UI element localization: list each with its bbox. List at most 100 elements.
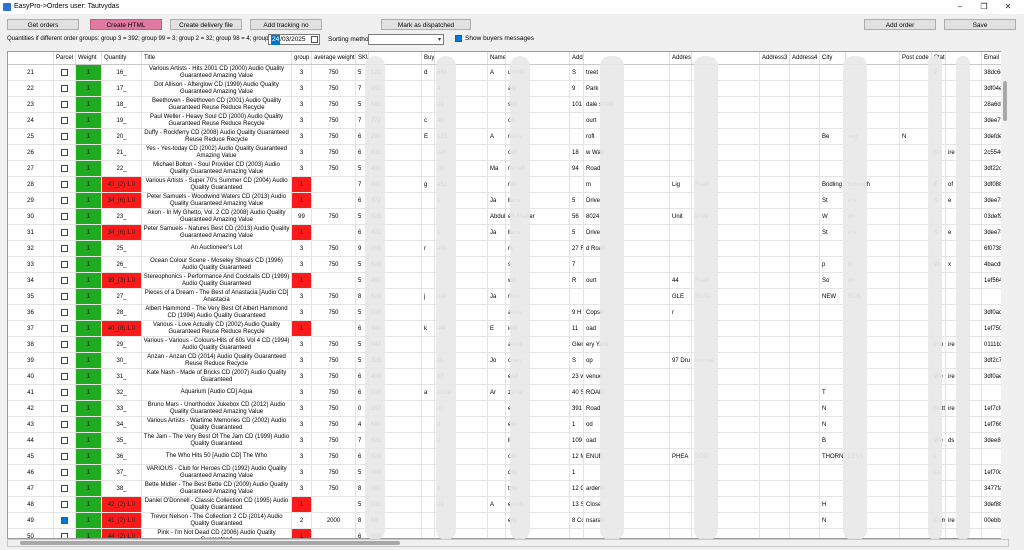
name-cell[interactable]: A [488,129,506,144]
buyer-cell[interactable] [422,497,435,512]
name-cell[interactable] [488,529,506,538]
weight-cell[interactable]: 1 [76,305,102,320]
buyer-cell[interactable] [422,161,435,176]
title-cell[interactable]: Trevor Nelson - The Collection 2 CD (201… [142,513,292,528]
title-cell[interactable]: Kate Nash - Made of Bricks CD (2007) Aud… [142,369,292,384]
addr1-cell[interactable]: 12 Gre [570,481,584,496]
quantity-cell[interactable]: 27_ [102,289,142,304]
addr2-cell[interactable] [670,401,692,416]
parcel-cell[interactable] [54,401,76,416]
name-cell[interactable]: Ar [488,385,506,400]
title-cell[interactable]: Bruno Mars - Unorthodox Jukebox CD (2012… [142,401,292,416]
addr2-cell[interactable]: PHEA [670,449,692,464]
addr2-cell[interactable]: Unit [670,209,692,224]
addr2-cell[interactable] [670,385,692,400]
addr3-cell[interactable] [790,465,820,480]
quantity-cell[interactable]: 34_ [102,417,142,432]
group-cell[interactable]: 3 [292,481,312,496]
addr1-cell[interactable]: 8 Coed [570,513,584,528]
average-weight-cell[interactable] [312,273,356,288]
buyer-cell[interactable]: k [422,321,435,336]
average-weight-cell[interactable] [312,177,356,192]
buyer-cell[interactable] [422,481,435,496]
horizontal-scrollbar[interactable] [7,539,1009,547]
group-cell[interactable]: 3 [292,417,312,432]
addr1b-cell[interactable] [584,465,670,480]
name-cell[interactable] [488,401,506,416]
addr3-cell[interactable] [790,81,820,96]
parcel-checkbox[interactable] [61,213,68,220]
addr1-cell[interactable]: S [570,353,584,368]
parcel-checkbox[interactable] [61,421,68,428]
name-cell[interactable] [488,369,506,384]
weight-cell[interactable]: 1 [76,289,102,304]
addr3-cell[interactable] [760,529,790,538]
buyer-cell[interactable] [422,529,435,538]
average-weight-cell[interactable] [312,321,356,336]
addr3-cell[interactable] [760,449,790,464]
addr3-cell[interactable] [790,433,820,448]
weight-cell[interactable]: 1 [76,161,102,176]
title-cell[interactable]: Akon - In My Ghetto, Vol. 2 CD (2008) Au… [142,209,292,224]
parcel-cell[interactable] [54,449,76,464]
title-cell[interactable]: Various Artists - Super 70's Summer CD (… [142,177,292,192]
group-cell[interactable]: 1 [292,321,312,336]
addr1b-cell[interactable]: d Road [584,241,670,256]
group-cell[interactable]: 3 [292,449,312,464]
parcel-cell[interactable] [54,209,76,224]
group-cell[interactable]: 1 [292,497,312,512]
addr3-cell[interactable] [790,321,820,336]
average-weight-cell[interactable]: 750 [312,161,356,176]
quantity-cell[interactable]: 20_ [102,129,142,144]
parcel-checkbox[interactable] [61,165,68,172]
group-cell[interactable]: 1 [292,177,312,192]
parcel-checkbox[interactable] [61,501,68,508]
average-weight-cell[interactable]: 750 [312,433,356,448]
parcel-cell[interactable] [54,113,76,128]
addr1-cell[interactable]: R [570,273,584,288]
parcel-checkbox[interactable] [61,181,68,188]
weight-cell[interactable]: 1 [76,353,102,368]
addr2-cell[interactable] [670,433,692,448]
addr3-cell[interactable] [790,225,820,240]
column-header[interactable]: Title [142,52,292,64]
parcel-cell[interactable] [54,337,76,352]
parcel-cell[interactable] [54,97,76,112]
addr1b-cell[interactable]: Drive [584,225,670,240]
average-weight-cell[interactable] [312,193,356,208]
addr1b-cell[interactable]: ery Yard, [584,337,670,352]
group-cell[interactable]: 3 [292,369,312,384]
quantity-cell[interactable]: 22_ [102,161,142,176]
quantity-cell[interactable]: 37_ [102,465,142,480]
title-cell[interactable]: VARIOUS - Club for Heroes CD (1992) Audi… [142,465,292,480]
addr2-cell[interactable]: Lig [670,177,692,192]
weight-cell[interactable]: 1 [76,321,102,336]
addr1b-cell[interactable]: dale street [584,97,670,112]
weight-cell[interactable]: 1 [76,177,102,192]
weight-cell[interactable]: 1 [76,465,102,480]
create-html-button[interactable]: Create HTML [90,19,162,30]
addr3-cell[interactable] [790,257,820,272]
addr3-cell[interactable] [760,305,790,320]
addr1b-cell[interactable]: Drive [584,193,670,208]
addr2-cell[interactable] [670,161,692,176]
weight-cell[interactable]: 1 [76,97,102,112]
quantity-cell[interactable]: 34_(6) 1.0 [102,225,142,240]
addr3-cell[interactable] [790,337,820,352]
addr2-cell[interactable] [670,257,692,272]
addr3-cell[interactable] [790,369,820,384]
addr2-cell[interactable] [670,145,692,160]
addr1b-cell[interactable]: w Way [584,145,670,160]
addr2-cell[interactable]: r [670,305,692,320]
addr3-cell[interactable] [760,81,790,96]
addr3-cell[interactable] [790,113,820,128]
title-cell[interactable]: Stereophonics - Performance And Cocktail… [142,273,292,288]
average-weight-cell[interactable]: 2000 [312,513,356,528]
weight-cell[interactable]: 1 [76,497,102,512]
addr2-cell[interactable] [670,129,692,144]
addr3-cell[interactable] [790,273,820,288]
title-cell[interactable]: Various - Various - Colours-Hits of 60s … [142,337,292,352]
quantity-cell[interactable]: 29_ [102,337,142,352]
addr2-cell[interactable] [670,241,692,256]
parcel-checkbox[interactable] [61,85,68,92]
